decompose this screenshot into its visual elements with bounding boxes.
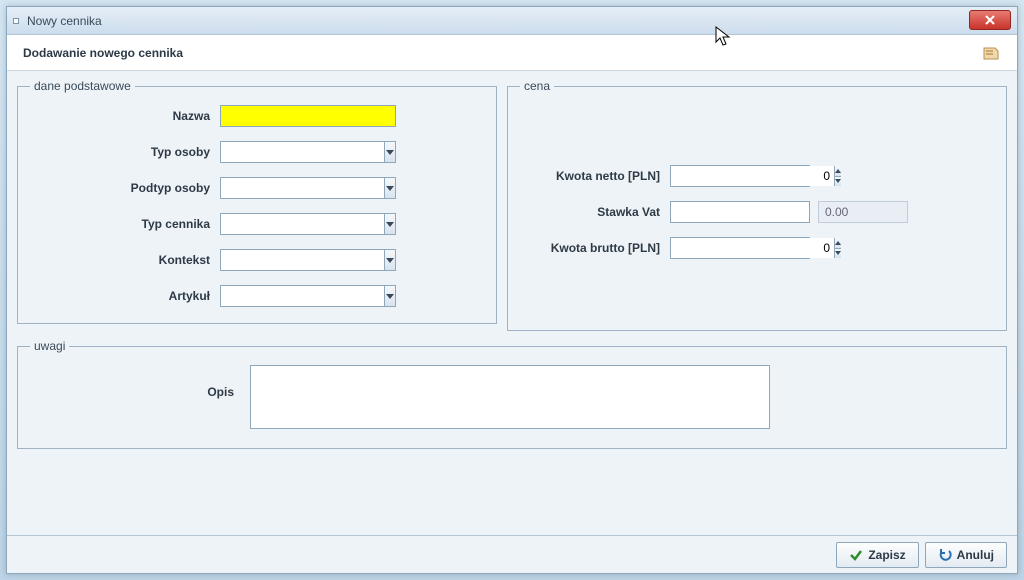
chevron-down-icon (835, 251, 841, 255)
artykul-label: Artykuł (30, 289, 220, 303)
chevron-down-icon (386, 186, 394, 191)
typ-cennika-dropdown-button[interactable] (384, 214, 395, 234)
kwota-brutto-up[interactable] (835, 238, 841, 249)
cancel-button-label: Anuluj (957, 548, 994, 562)
titlebar: Nowy cennika (7, 7, 1017, 35)
typ-cennika-input[interactable] (221, 214, 384, 234)
kontekst-combo[interactable] (220, 249, 396, 271)
typ-cennika-label: Typ cennika (30, 217, 220, 231)
chevron-down-icon (386, 258, 394, 263)
close-button[interactable] (969, 10, 1011, 30)
content-area: dane podstawowe Nazwa Typ osoby (7, 71, 1017, 449)
typ-osoby-combo[interactable] (220, 141, 396, 163)
window-icon (13, 18, 19, 24)
check-icon (849, 548, 863, 562)
price-fieldset: cena Kwota netto [PLN] (507, 79, 1007, 331)
chevron-up-icon (835, 241, 841, 245)
kwota-brutto-label: Kwota brutto [PLN] (520, 241, 670, 255)
kontekst-dropdown-button[interactable] (384, 250, 395, 270)
artykul-dropdown-button[interactable] (384, 286, 395, 306)
basic-data-legend: dane podstawowe (30, 79, 135, 93)
stawka-vat-combo[interactable] (670, 201, 810, 223)
kwota-brutto-down[interactable] (835, 249, 841, 259)
kontekst-input[interactable] (221, 250, 384, 270)
podtyp-osoby-label: Podtyp osoby (30, 181, 220, 195)
chevron-down-icon (386, 222, 394, 227)
vat-display: 0.00 (818, 201, 908, 223)
save-button[interactable]: Zapisz (836, 542, 918, 568)
chevron-down-icon (835, 179, 841, 183)
notes-legend: uwagi (30, 339, 69, 353)
podtyp-osoby-dropdown-button[interactable] (384, 178, 395, 198)
podtyp-osoby-combo[interactable] (220, 177, 396, 199)
footer-bar: Zapisz Anuluj (7, 535, 1017, 573)
opis-textarea[interactable] (250, 365, 770, 429)
basic-data-fieldset: dane podstawowe Nazwa Typ osoby (17, 79, 497, 324)
typ-osoby-input[interactable] (221, 142, 384, 162)
typ-osoby-label: Typ osoby (30, 145, 220, 159)
notes-fieldset: uwagi Opis (17, 339, 1007, 449)
typ-osoby-dropdown-button[interactable] (384, 142, 395, 162)
save-button-label: Zapisz (868, 548, 905, 562)
price-legend: cena (520, 79, 554, 93)
artykul-combo[interactable] (220, 285, 396, 307)
chevron-down-icon (386, 150, 394, 155)
stawka-vat-label: Stawka Vat (520, 205, 670, 219)
close-icon (984, 14, 996, 26)
page-title: Dodawanie nowego cennika (23, 46, 183, 60)
kwota-brutto-spinner[interactable] (670, 237, 810, 259)
window-title: Nowy cennika (27, 14, 102, 28)
kwota-netto-down[interactable] (835, 177, 841, 187)
kwota-netto-label: Kwota netto [PLN] (520, 169, 670, 183)
kwota-netto-spinner[interactable] (670, 165, 810, 187)
kwota-netto-up[interactable] (835, 166, 841, 177)
artykul-input[interactable] (221, 286, 384, 306)
typ-cennika-combo[interactable] (220, 213, 396, 235)
stawka-vat-input[interactable] (671, 202, 834, 222)
cancel-button[interactable]: Anuluj (925, 542, 1007, 568)
undo-icon (938, 548, 952, 562)
nazwa-label: Nazwa (30, 109, 220, 123)
podtyp-osoby-input[interactable] (221, 178, 384, 198)
dialog-window: Nowy cennika Dodawanie nowego cennika da… (6, 6, 1018, 574)
chevron-down-icon (386, 294, 394, 299)
kwota-brutto-input[interactable] (671, 238, 834, 258)
kwota-netto-input[interactable] (671, 166, 834, 186)
subheader: Dodawanie nowego cennika (7, 35, 1017, 71)
kontekst-label: Kontekst (30, 253, 220, 267)
nazwa-input[interactable] (220, 105, 396, 127)
pricelist-icon (981, 43, 1001, 63)
opis-label: Opis (30, 365, 250, 399)
chevron-up-icon (835, 169, 841, 173)
